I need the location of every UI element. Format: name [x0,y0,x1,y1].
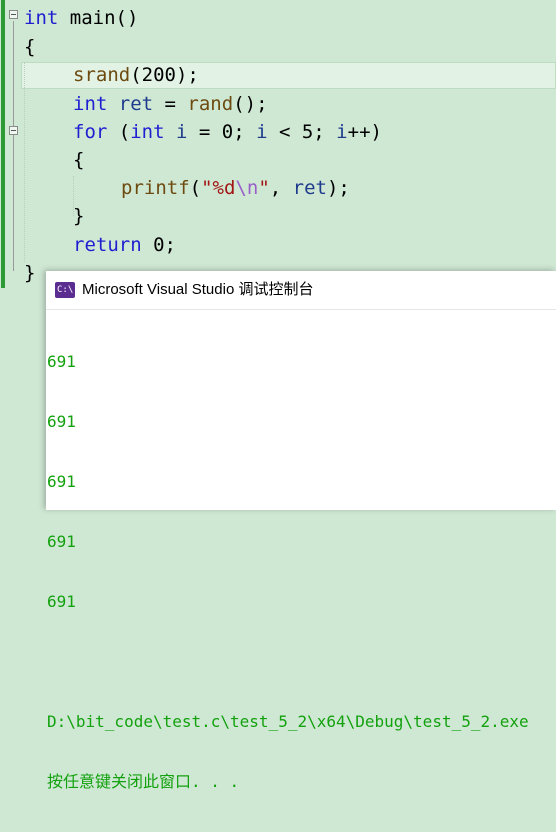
string-literal: " [258,177,270,199]
change-tracking-bar [1,0,5,288]
code-text: 0; [141,234,176,256]
variable: i [336,121,348,143]
variable: i [256,121,268,143]
code-line-10[interactable]: } [24,259,35,287]
exe-path-line: D:\bit_code\test.c\test_5_2\x64\Debug\te… [47,712,529,731]
variable: ret [107,93,154,115]
output-line: 691 [47,592,76,611]
indent-guide [24,62,25,262]
code-text: ( [107,121,131,143]
code-line-1[interactable]: int main() [24,4,138,32]
function-name: printf [121,177,190,199]
variable: ret [292,177,327,199]
function-name: srand [73,64,131,86]
output-line: 691 [47,532,76,551]
collapse-main-icon[interactable] [9,10,18,19]
output-line: 691 [47,472,76,491]
press-key-prompt: 按任意键关闭此窗口. . . [47,772,240,791]
keyword: return [73,234,142,256]
brace: { [24,36,36,58]
keyword: for [73,121,108,143]
code-text: main() [58,7,139,29]
keyword: int [130,121,165,143]
code-text: < 5; [267,121,337,143]
variable: i [164,121,188,143]
code-line-8[interactable]: } [73,202,84,230]
brace: } [73,205,85,227]
console-output[interactable]: 691 691 691 691 691 D:\bit_code\test.c\t… [46,310,556,832]
brace: { [73,149,85,171]
code-line-6[interactable]: { [73,146,84,174]
fold-guide-line [13,21,14,271]
code-line-5[interactable]: for (int i = 0; i < 5; i++) [73,118,382,146]
code-line-3[interactable]: srand(200); [73,61,199,89]
code-text: ( [189,177,202,199]
brace: } [24,262,36,284]
function-name: rand [187,93,234,115]
console-app-icon [55,282,75,298]
code-text: = 0; [187,121,257,143]
code-text: , [269,177,293,199]
escape-sequence: \n [235,177,259,199]
console-title: Microsoft Visual Studio 调试控制台 [82,281,314,298]
console-titlebar[interactable]: Microsoft Visual Studio 调试控制台 [46,271,556,310]
code-line-7[interactable]: printf("%d\n", ret); [121,174,350,202]
code-line-4[interactable]: int ret = rand(); [73,90,268,118]
output-line: 691 [47,412,76,431]
keyword: int [24,7,59,29]
code-text: = [153,93,188,115]
keyword: int [73,93,108,115]
code-line-2[interactable]: { [24,33,35,61]
code-text: (); [233,93,268,115]
string-literal: "%d [201,177,236,199]
code-text: ++) [347,121,382,143]
code-text: (200); [130,64,199,86]
debug-console-window[interactable]: Microsoft Visual Studio 调试控制台 691 691 69… [46,271,556,791]
code-text: ); [326,177,350,199]
code-editor[interactable]: int main() { srand(200); int ret = rand(… [0,0,556,288]
output-line: 691 [47,352,76,371]
code-line-9[interactable]: return 0; [73,231,176,259]
collapse-for-icon[interactable] [9,126,18,135]
